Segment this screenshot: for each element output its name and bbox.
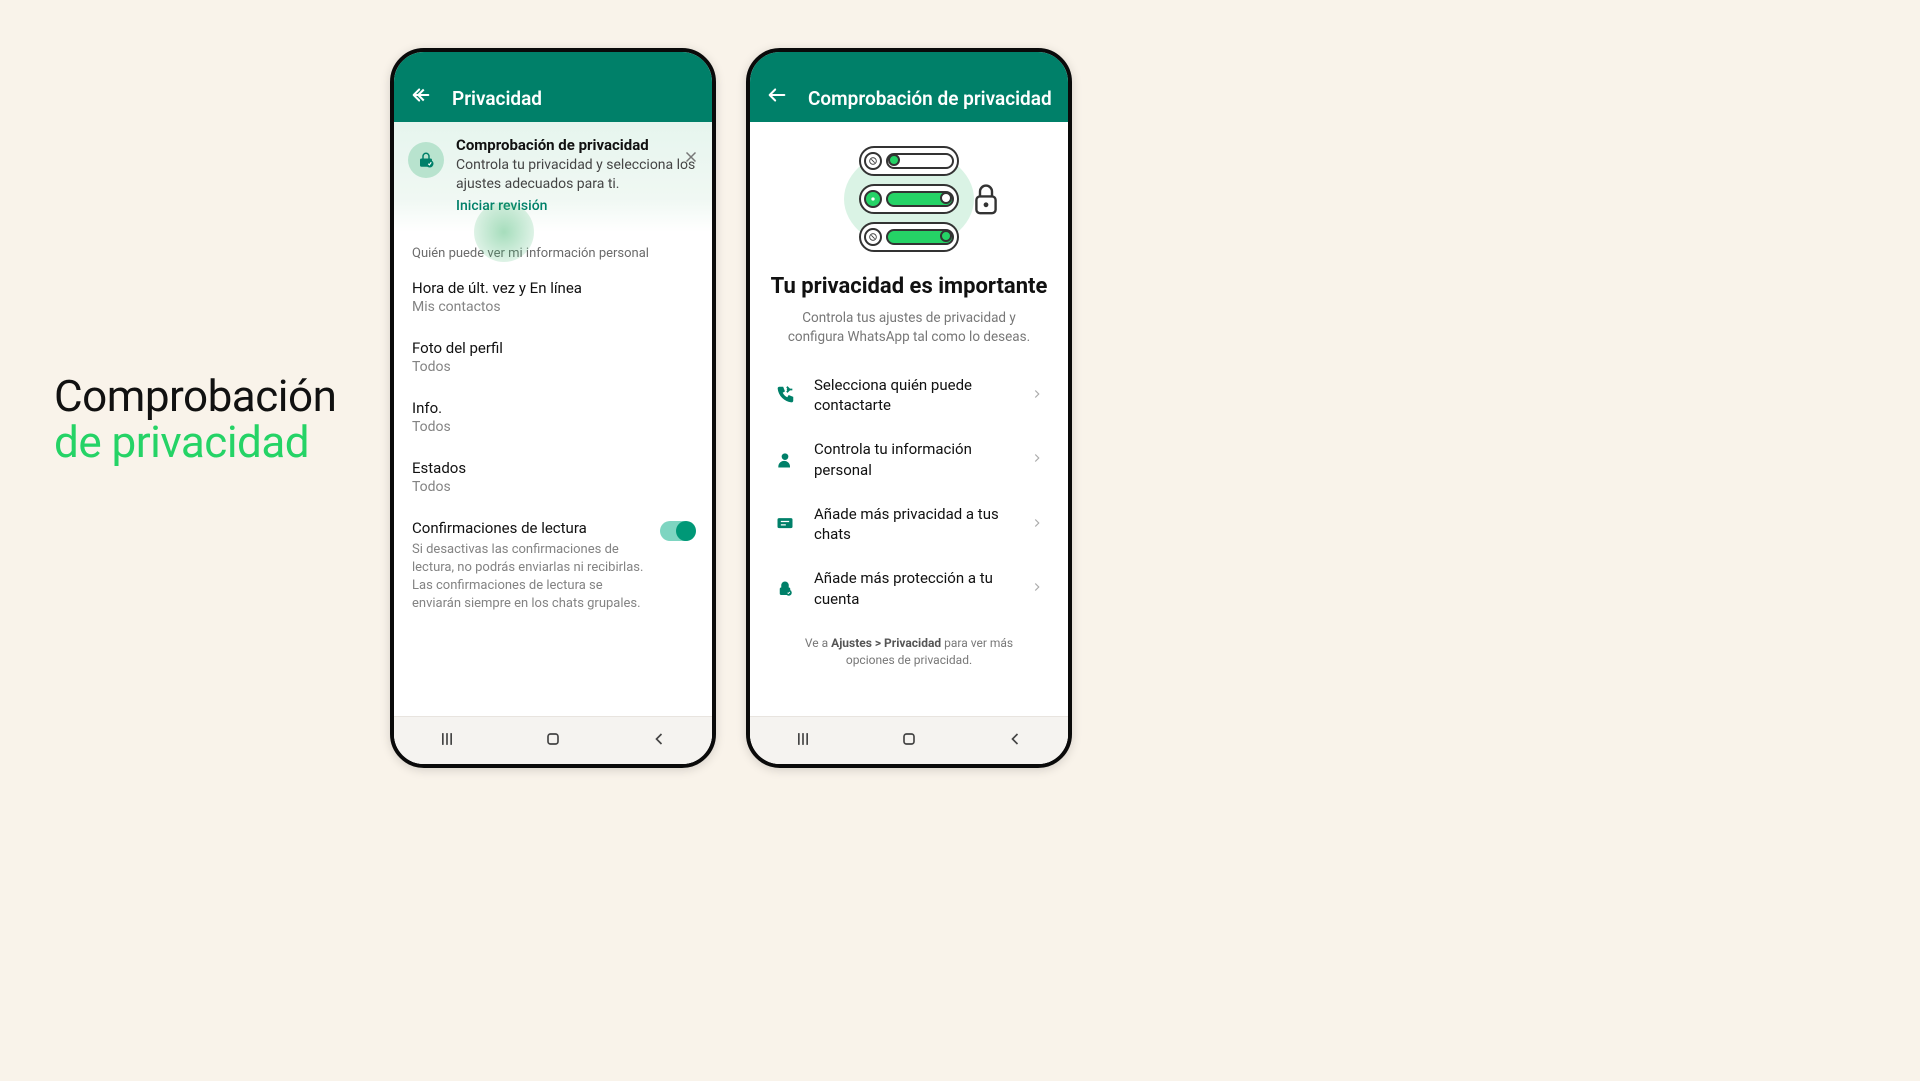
phone-privacy-settings: Privacidad Comprobación de privacidad Co…: [390, 48, 716, 768]
app-bar: Privacidad: [394, 52, 712, 122]
close-icon[interactable]: [682, 148, 700, 170]
checkup-subheading: Controla tus ajustes de privacidad y con…: [750, 309, 1068, 363]
read-receipts-toggle[interactable]: [660, 521, 694, 541]
checkup-item-label: Controla tu información personal: [814, 439, 1012, 480]
footer-note: Ve a Ajustes > Privacidad para ver más o…: [750, 621, 1068, 678]
setting-value: Mis contactos: [412, 299, 684, 315]
chat-icon: [774, 514, 796, 534]
checkup-item-personal-info[interactable]: Controla tu información personal: [750, 427, 1068, 492]
chevron-right-icon: [1030, 579, 1044, 598]
setting-label: Estados: [412, 459, 684, 477]
setting-label: Confirmaciones de lectura: [412, 519, 650, 537]
hero-title: Comprobación de privacidad: [54, 373, 336, 465]
phone-call-icon: [774, 384, 796, 406]
chevron-right-icon: [1030, 450, 1044, 469]
lock-icon: [774, 579, 796, 599]
setting-value: Todos: [412, 419, 684, 435]
checkup-item-contact[interactable]: Selecciona quién puede contactarte: [750, 363, 1068, 428]
back-icon[interactable]: [766, 84, 788, 110]
checkup-heading: Tu privacidad es importante: [750, 264, 1068, 309]
setting-read-receipts[interactable]: Confirmaciones de lectura Si desactivas …: [394, 507, 712, 626]
banner-title: Comprobación de privacidad: [456, 136, 698, 154]
checkup-item-label: Selecciona quién puede contactarte: [814, 375, 1012, 416]
recents-button[interactable]: [437, 729, 457, 753]
back-button[interactable]: [1005, 729, 1025, 753]
back-icon[interactable]: [410, 84, 432, 110]
appbar-title: Privacidad: [452, 87, 542, 110]
section-header: Quién puede ver mi información personal: [394, 232, 712, 267]
banner-desc: Controla tu privacidad y selecciona los …: [456, 156, 698, 194]
hero-title-line2: de privacidad: [54, 419, 336, 465]
checkup-item-chat-privacy[interactable]: Añade más privacidad a tus chats: [750, 492, 1068, 557]
setting-status[interactable]: Estados Todos: [394, 447, 712, 507]
recents-button[interactable]: [793, 729, 813, 753]
home-button[interactable]: [543, 729, 563, 753]
lock-check-icon: [408, 142, 444, 178]
checkup-item-label: Añade más protección a tu cuenta: [814, 568, 1012, 609]
app-bar: Comprobación de privacidad: [750, 52, 1068, 122]
banner-start-link[interactable]: Iniciar revisión: [456, 198, 547, 214]
chevron-right-icon: [1030, 386, 1044, 405]
setting-about[interactable]: Info. Todos: [394, 387, 712, 447]
chevron-right-icon: [1030, 515, 1044, 534]
setting-profile-photo[interactable]: Foto del perfil Todos: [394, 327, 712, 387]
setting-label: Info.: [412, 399, 684, 417]
setting-desc: Si desactivas las confirmaciones de lect…: [412, 541, 650, 614]
setting-label: Hora de últ. vez y En línea: [412, 279, 684, 297]
privacy-checkup-banner[interactable]: Comprobación de privacidad Controla tu p…: [394, 122, 712, 232]
setting-value: Todos: [412, 359, 684, 375]
setting-label: Foto del perfil: [412, 339, 684, 357]
checkup-item-label: Añade más privacidad a tus chats: [814, 504, 1012, 545]
android-nav-bar: [394, 716, 712, 764]
setting-value: Todos: [412, 479, 684, 495]
back-button[interactable]: [649, 729, 669, 753]
appbar-title: Comprobación de privacidad: [808, 87, 1052, 110]
privacy-illustration: [750, 122, 1068, 264]
home-button[interactable]: [899, 729, 919, 753]
setting-last-seen[interactable]: Hora de últ. vez y En línea Mis contacto…: [394, 267, 712, 327]
phone-privacy-checkup: Comprobación de privacidad: [746, 48, 1072, 768]
hero-title-line1: Comprobación: [54, 373, 336, 419]
checkup-item-account-protection[interactable]: Añade más protección a tu cuenta: [750, 556, 1068, 621]
person-icon: [774, 450, 796, 470]
android-nav-bar: [750, 716, 1068, 764]
